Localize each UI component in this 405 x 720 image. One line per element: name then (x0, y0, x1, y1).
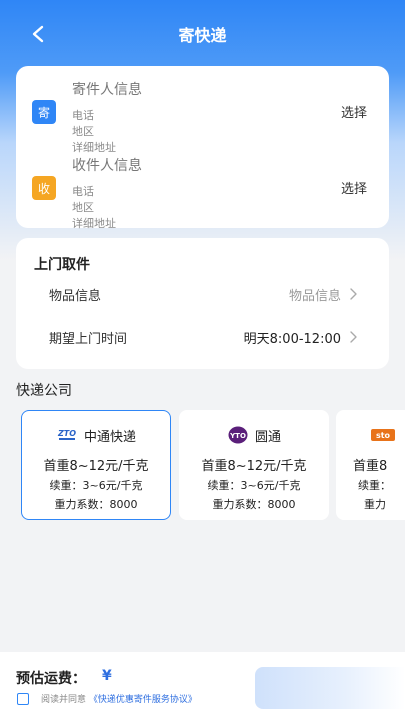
receiver-region: 地区 (72, 201, 94, 214)
sender-region: 地区 (72, 125, 94, 138)
submit-button[interactable] (255, 667, 405, 709)
courier-section-title: 快递公司 (16, 383, 72, 399)
address-card: 寄 寄件人信息 电话 地区 详细地址 选择 收 收件人信息 电话 地区 详细地址… (16, 66, 389, 230)
item-info-value: 物品信息 (288, 289, 341, 304)
svg-text:sto: sto (376, 431, 391, 440)
continued-weight-price: 续重： (358, 479, 391, 492)
receiver-phone: 电话 (72, 185, 94, 198)
pickup-title: 上门取件 (34, 257, 90, 273)
chevron-right-icon (350, 331, 357, 343)
continued-weight-price: 续重：3~6元/千克 (207, 479, 301, 492)
pickup-time-value: 明天8:00-12:00 (243, 332, 341, 347)
courier-name: 中通快递 (83, 429, 136, 445)
courier-card-sto[interactable]: sto 首重8 续重： 重力 (336, 410, 405, 520)
courier-name: 圆通 (254, 429, 281, 445)
receiver-title: 收件人信息 (72, 158, 142, 174)
page-title: 寄快递 (178, 26, 227, 45)
sender-phone: 电话 (72, 109, 94, 122)
agreement-link[interactable]: 《快递优惠寄件服务协议》 (89, 695, 197, 705)
item-info-label: 物品信息 (49, 289, 102, 304)
sender-title: 寄件人信息 (72, 82, 142, 98)
sender-select-button[interactable]: 选择 (341, 102, 367, 121)
estimated-fee-currency: ¥ (102, 668, 112, 684)
receiver-badge: 收 (32, 176, 56, 200)
chevron-right-icon (350, 288, 357, 300)
courier-card-zto[interactable]: ZTO 中通快递 首重8~12元/千克 续重：3~6元/千克 重力系数：8000 (21, 410, 171, 520)
agreement-prefix: 阅读并同意 (41, 695, 87, 705)
yto-logo-icon: YTO (227, 426, 249, 444)
svg-text:ZTO: ZTO (57, 429, 76, 438)
zto-logo-icon: ZTO (56, 427, 78, 443)
weight-ratio: 重力 (364, 498, 386, 511)
sto-logo-icon: sto (371, 427, 395, 443)
first-weight-price: 首重8~12元/千克 (43, 459, 149, 474)
first-weight-price: 首重8~12元/千克 (201, 459, 307, 474)
bottom-bar: 预估运费： ¥ 阅读并同意 《快递优惠寄件服务协议》 (0, 652, 405, 720)
sender-address: 详细地址 (72, 141, 116, 154)
receiver-select-button[interactable]: 选择 (341, 178, 367, 197)
agreement-checkbox[interactable] (17, 693, 29, 705)
receiver-info-row[interactable]: 收 收件人信息 电话 地区 详细地址 选择 (16, 154, 389, 230)
receiver-address: 详细地址 (72, 217, 116, 230)
nav-bar: 寄快递 (0, 0, 405, 66)
agreement-text: 阅读并同意 《快递优惠寄件服务协议》 (41, 692, 197, 705)
pickup-time-row[interactable]: 期望上门时间 明天8:00-12:00 (16, 325, 389, 349)
estimated-fee-label: 预估运费： (16, 671, 86, 687)
svg-text:YTO: YTO (229, 432, 246, 440)
item-info-row[interactable]: 物品信息 物品信息 (16, 282, 389, 306)
sender-badge: 寄 (32, 100, 56, 124)
weight-ratio: 重力系数：8000 (54, 498, 138, 511)
continued-weight-price: 续重：3~6元/千克 (49, 479, 143, 492)
courier-card-yto[interactable]: YTO 圆通 首重8~12元/千克 续重：3~6元/千克 重力系数：8000 (179, 410, 329, 520)
weight-ratio: 重力系数：8000 (212, 498, 296, 511)
first-weight-price: 首重8 (353, 459, 388, 474)
pickup-card: 上门取件 物品信息 物品信息 期望上门时间 明天8:00-12:00 (16, 238, 389, 369)
sender-info-row[interactable]: 寄 寄件人信息 电话 地区 详细地址 选择 (16, 78, 389, 154)
pickup-time-label: 期望上门时间 (49, 332, 128, 347)
